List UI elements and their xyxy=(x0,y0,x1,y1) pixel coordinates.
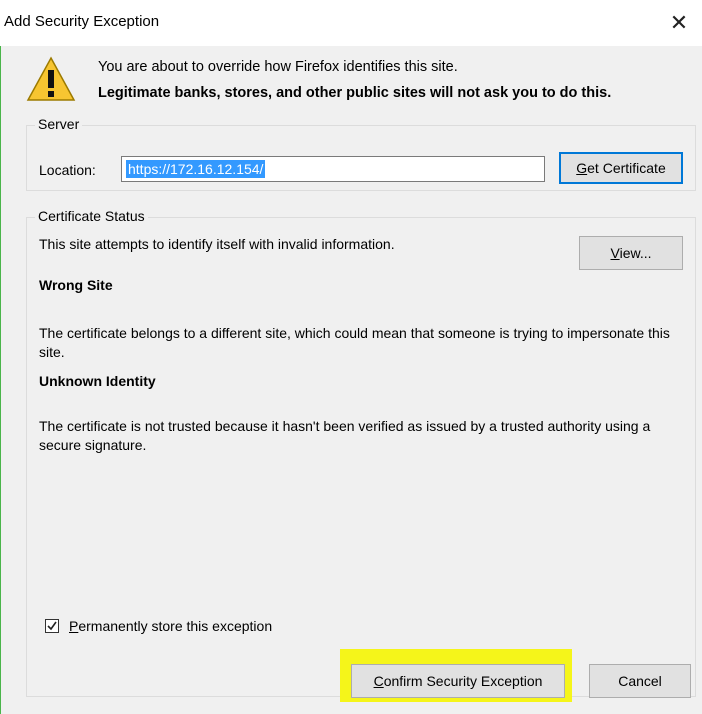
warning-triangle-icon xyxy=(26,56,76,101)
location-label: Location: xyxy=(39,162,96,178)
checkmark-icon xyxy=(47,621,57,631)
warning-message: You are about to override how Firefox id… xyxy=(98,59,458,75)
status-summary: This site attempts to identify itself wi… xyxy=(39,236,395,252)
store-exception-checkbox[interactable] xyxy=(45,619,59,633)
title-bar: Add Security Exception ✕ xyxy=(0,0,702,46)
get-certificate-button[interactable]: Get Certificate xyxy=(559,152,683,184)
wrong-site-description: The certificate belongs to a different s… xyxy=(39,325,670,360)
store-exception-label[interactable]: Permanently store this exception xyxy=(69,618,272,634)
view-button[interactable]: View... xyxy=(579,236,683,270)
unknown-identity-heading: Unknown Identity xyxy=(39,373,156,389)
window-title: Add Security Exception xyxy=(4,13,160,30)
cancel-button[interactable]: Cancel xyxy=(589,664,691,698)
certificate-status-legend: Certificate Status xyxy=(35,208,148,224)
unknown-identity-description: The certificate is not trusted because i… xyxy=(39,418,651,453)
wrong-site-heading: Wrong Site xyxy=(39,277,113,293)
server-legend: Server xyxy=(35,116,83,132)
location-value: https://172.16.12.154/ xyxy=(126,160,266,178)
close-button[interactable]: ✕ xyxy=(664,8,694,38)
warning-emphasis: Legitimate banks, stores, and other publ… xyxy=(98,85,612,101)
confirm-security-exception-button[interactable]: Confirm Security Exception xyxy=(351,664,565,698)
location-input[interactable]: https://172.16.12.154/ xyxy=(121,156,545,182)
dialog-body: You are about to override how Firefox id… xyxy=(0,46,702,714)
